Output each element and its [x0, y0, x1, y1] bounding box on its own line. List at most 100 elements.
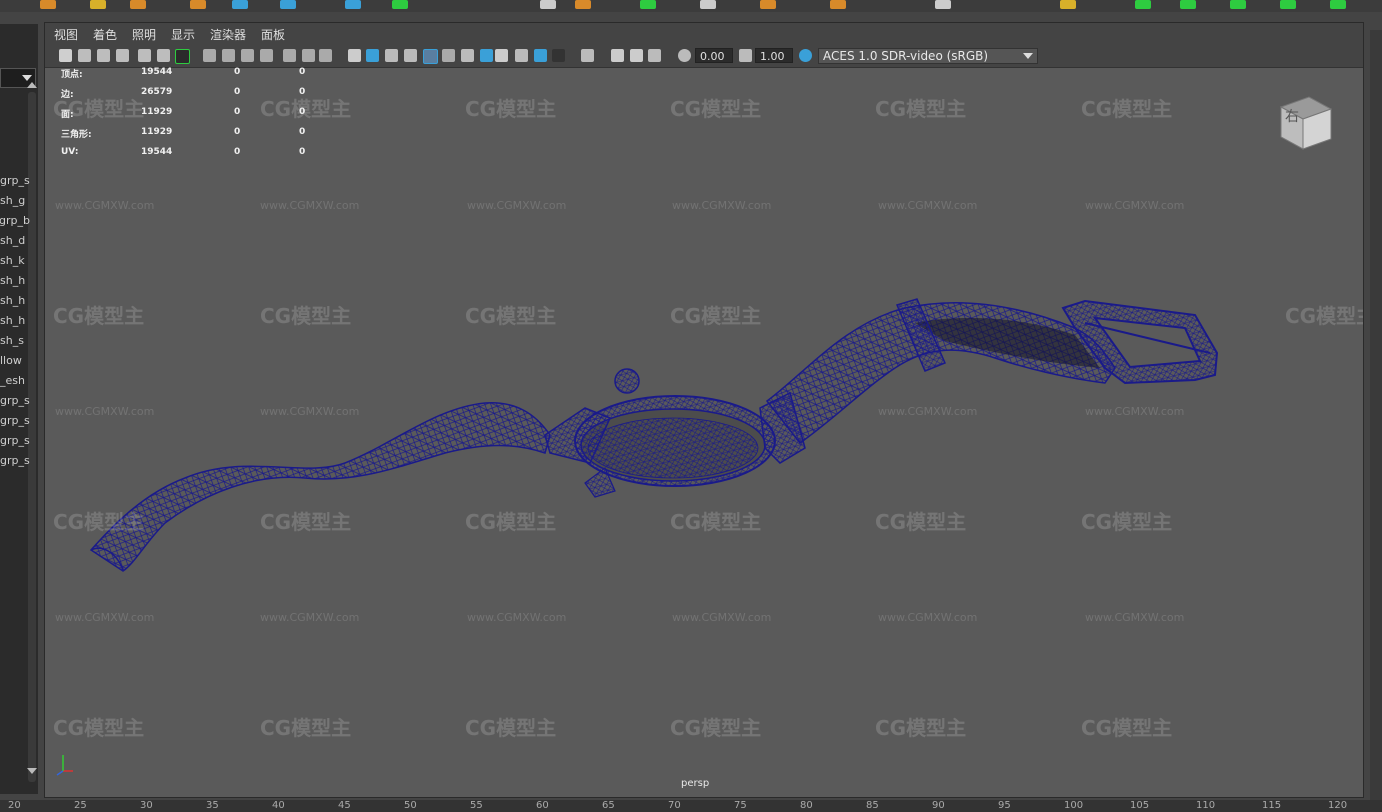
shelf-icon[interactable]	[575, 0, 591, 9]
outliner-item[interactable]: grp_s	[0, 392, 30, 410]
watch-strap-left[interactable]	[89, 402, 551, 572]
outliner-panel: grp_s sh_g grp_b sh_d sh_k sh_h sh_h sh_…	[0, 24, 38, 794]
hud-label: 三角形:	[61, 130, 92, 140]
ruler-tick: 50	[404, 800, 417, 811]
shelf-icon[interactable]	[540, 0, 556, 9]
watermark-logo: CG模型主	[465, 97, 556, 121]
shelf-icon[interactable]	[130, 0, 146, 9]
hud-value: 0	[234, 147, 241, 157]
hud-value: 11929	[141, 127, 173, 137]
shelf-icon[interactable]	[280, 0, 296, 9]
watermark-url: www.CGMXW.com	[467, 199, 566, 212]
outliner-item[interactable]: sh_k	[0, 252, 30, 270]
shelf-icon[interactable]	[345, 0, 361, 9]
shelf-icon[interactable]	[190, 0, 206, 9]
outliner-item[interactable]: grp_s	[0, 172, 30, 190]
outliner-item[interactable]: sh_d	[0, 232, 30, 250]
watermark-url: www.CGMXW.com	[1085, 611, 1184, 624]
watermark-url: www.CGMXW.com	[1085, 199, 1184, 212]
hud-row-uvs: UV: 19544 0 0	[61, 147, 321, 167]
shelf-icon[interactable]	[90, 0, 106, 9]
ruler-tick: 85	[866, 800, 879, 811]
outliner-item[interactable]: esh_	[0, 372, 30, 390]
watermark-logo: CG模型主	[1081, 97, 1172, 121]
ruler-tick: 55	[470, 800, 483, 811]
ruler-tick: 30	[140, 800, 153, 811]
watch-back	[587, 417, 759, 479]
watermark-url: www.CGMXW.com	[260, 405, 359, 418]
shelf-icon[interactable]	[830, 0, 846, 9]
watermark-logo: CG模型主	[875, 716, 966, 740]
outliner-item[interactable]: sh_s	[0, 332, 30, 350]
watermark-url: www.CGMXW.com	[878, 611, 977, 624]
scroll-down-arrow-icon[interactable]	[27, 768, 37, 774]
hud-value: 0	[299, 67, 306, 77]
outliner-item[interactable]: grp_s	[0, 412, 30, 430]
watermark-logo: CG模型主	[1081, 510, 1172, 534]
camera-name-label: persp	[681, 778, 710, 789]
chevron-down-icon	[22, 75, 32, 81]
outliner-item[interactable]: sh_h	[0, 312, 30, 330]
ruler-tick: 60	[536, 800, 549, 811]
shelf-icon[interactable]	[1230, 0, 1246, 9]
watermark-logo: CG模型主	[670, 304, 761, 328]
shelf-bar	[0, 0, 1382, 12]
watermark-logo: CG模型主	[670, 510, 761, 534]
hud-row-vertices: 顶点: 19544 0 0	[61, 67, 321, 87]
watch-crown	[614, 368, 640, 394]
watermark-url: www.CGMXW.com	[55, 611, 154, 624]
outliner-item[interactable]: grp_s	[0, 432, 30, 450]
ruler-tick: 80	[800, 800, 813, 811]
watermark-logo: CG模型主	[53, 510, 144, 534]
view-cube[interactable]: 右	[1273, 91, 1337, 155]
shelf-icon[interactable]	[640, 0, 656, 9]
shelf-icon[interactable]	[1060, 0, 1076, 9]
watermark-logo: CG模型主	[1285, 304, 1363, 328]
hud-value: 26579	[141, 87, 173, 97]
hud-label: 边:	[61, 90, 74, 100]
shelf-icon[interactable]	[1180, 0, 1196, 9]
outliner-item[interactable]: grp_b	[0, 212, 30, 230]
outliner-item[interactable]: grp_s	[0, 452, 30, 470]
watermark-logo: CG模型主	[875, 510, 966, 534]
hud-value: 0	[299, 107, 306, 117]
outliner-item[interactable]: sh_h	[0, 292, 30, 310]
ruler-tick: 115	[1262, 800, 1282, 811]
watermark-url: www.CGMXW.com	[878, 405, 977, 418]
shelf-icon[interactable]	[935, 0, 951, 9]
watermark-url: www.CGMXW.com	[260, 611, 359, 624]
hud-value: 0	[234, 67, 241, 77]
hud-row-edges: 边: 26579 0 0	[61, 87, 321, 107]
hud-value: 0	[234, 127, 241, 137]
ruler-tick: 100	[1064, 800, 1084, 811]
watermark-logo: CG模型主	[465, 716, 556, 740]
time-slider-ruler[interactable]: 20 25 30 35 40 45 50 55 60 65 70 75 80 8…	[0, 800, 1382, 812]
hud-value: 11929	[141, 107, 173, 117]
watermark-url: www.CGMXW.com	[260, 199, 359, 212]
watermark-logo: CG模型主	[260, 716, 351, 740]
ruler-tick: 95	[998, 800, 1011, 811]
shelf-icon[interactable]	[1135, 0, 1151, 9]
shelf-icon[interactable]	[232, 0, 248, 9]
hud-value: 0	[299, 87, 306, 97]
hud-value: 19544	[141, 147, 173, 157]
shelf-icon[interactable]	[392, 0, 408, 9]
shelf-icon[interactable]	[1330, 0, 1346, 9]
scroll-up-arrow-icon[interactable]	[27, 82, 37, 88]
outliner-item[interactable]: sh_h	[0, 272, 30, 290]
ruler-tick: 45	[338, 800, 351, 811]
outliner-item[interactable]: sh_g	[0, 192, 30, 210]
shelf-icon[interactable]	[40, 0, 56, 9]
watermark-logo: CG模型主	[670, 716, 761, 740]
watermark-logo: CG模型主	[465, 510, 556, 534]
hud-value: 0	[299, 127, 306, 137]
hud-value: 19544	[141, 67, 173, 77]
hud-value: 0	[234, 107, 241, 117]
shelf-icon[interactable]	[1280, 0, 1296, 9]
ruler-tick: 40	[272, 800, 285, 811]
outliner-item[interactable]: llow	[0, 352, 30, 370]
ruler-tick: 105	[1130, 800, 1150, 811]
ruler-tick: 35	[206, 800, 219, 811]
shelf-icon[interactable]	[760, 0, 776, 9]
shelf-icon[interactable]	[700, 0, 716, 9]
